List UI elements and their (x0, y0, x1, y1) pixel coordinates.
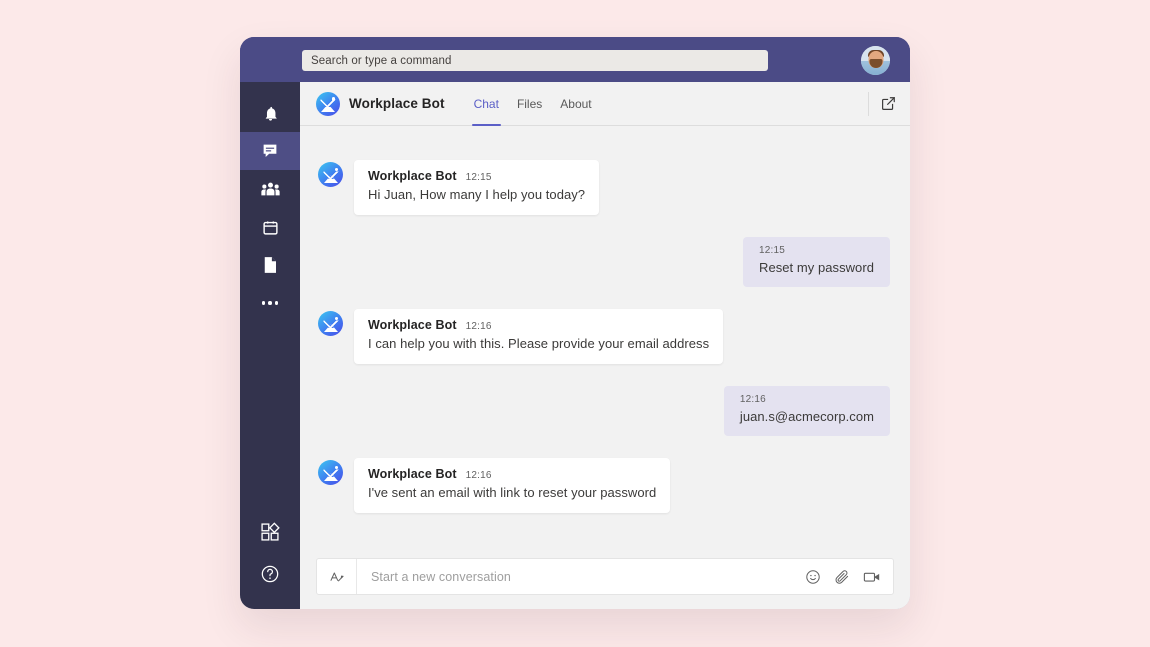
bot-avatar-dot (331, 97, 335, 101)
compose-input[interactable]: Start a new conversation (357, 570, 805, 584)
help-icon (260, 564, 280, 584)
popout-icon[interactable] (881, 96, 896, 111)
tab-about[interactable]: About (551, 82, 600, 125)
bot-avatar-dot (334, 316, 338, 321)
sidebar-item-teams[interactable] (240, 170, 300, 208)
chat-icon (261, 142, 279, 160)
bot-avatar (318, 162, 343, 187)
tab-bar: Chat Files About (465, 82, 601, 126)
avatar-photo (861, 46, 890, 75)
sidebar-item-help[interactable] (240, 553, 300, 595)
message-row-user: 12:16 juan.s@acmecorp.com (318, 385, 892, 437)
message-meta: Workplace Bot 12:16 (368, 467, 656, 481)
message-bubble: Workplace Bot 12:16 I've sent an email w… (354, 458, 671, 513)
search-placeholder: Search or type a command (311, 54, 452, 67)
sidebar-item-more[interactable] (240, 284, 300, 322)
compose-actions (805, 569, 881, 585)
bot-avatar (316, 91, 340, 116)
app-body: Workplace Bot Chat Files About Workplace… (240, 82, 910, 609)
sidebar-item-calendar[interactable] (240, 208, 300, 246)
message-bubble: 12:16 juan.s@acmecorp.com (723, 385, 890, 437)
message-time: 12:16 (465, 321, 492, 333)
bot-avatar-notch (327, 472, 334, 477)
header-divider (868, 91, 869, 116)
bot-avatar-notch (327, 323, 334, 328)
bot-avatar-peak (323, 175, 338, 183)
message-time: 12:16 (465, 470, 492, 482)
app-window: Search or type a command Workplace Bot C… (240, 37, 910, 609)
message-bubble: 12:15 Reset my password (743, 236, 890, 288)
message-sender: Workplace Bot (368, 467, 457, 482)
message-text: I can help you with this. Please provide… (368, 336, 710, 352)
rail-bottom (240, 511, 300, 609)
format-text-icon (329, 569, 345, 585)
search-input[interactable]: Search or type a command (302, 50, 768, 71)
apps-icon (260, 522, 280, 542)
message-sender: Workplace Bot (368, 169, 457, 183)
bot-avatar-dot (334, 465, 338, 470)
message-sender: Workplace Bot (368, 318, 457, 333)
message-meta: 12:16 (740, 394, 874, 405)
sidebar-item-files[interactable] (240, 246, 300, 284)
sidebar-item-chat[interactable] (240, 132, 300, 170)
bot-avatar-notch (327, 174, 334, 179)
bot-avatar (318, 460, 343, 486)
page-title: Workplace Bot (349, 96, 445, 111)
message-row-user: 12:15 Reset my password (318, 236, 892, 288)
sidebar-item-activity[interactable] (240, 94, 300, 132)
header-actions (868, 82, 896, 125)
message-text: juan.s@acmecorp.com (739, 408, 874, 424)
chat-message-list: Workplace Bot 12:15 Hi Juan, How many I … (300, 126, 910, 558)
bot-avatar-peak (323, 473, 338, 482)
emoji-icon[interactable] (805, 569, 821, 585)
content-column: Workplace Bot Chat Files About Workplace… (300, 82, 910, 609)
paperclip-icon[interactable] (834, 569, 850, 585)
message-meta: Workplace Bot 12:16 (368, 318, 709, 332)
sidebar-item-apps[interactable] (240, 511, 300, 553)
bot-avatar-peak (321, 103, 335, 112)
message-time: 12:15 (759, 244, 786, 256)
message-text: Hi Juan, How many I help you today? (368, 187, 586, 202)
bot-avatar (318, 311, 343, 337)
message-bubble: Workplace Bot 12:16 I can help you with … (354, 309, 724, 364)
compose-bar[interactable]: Start a new conversation (316, 558, 894, 595)
message-meta: Workplace Bot 12:15 (368, 169, 585, 183)
message-time: 12:16 (739, 393, 766, 405)
message-row-bot: Workplace Bot 12:16 I can help you with … (318, 309, 892, 364)
video-icon[interactable] (863, 569, 881, 585)
titlebar: Search or type a command (240, 37, 910, 82)
bot-avatar-notch (325, 103, 331, 107)
message-row-bot: Workplace Bot 12:15 Hi Juan, How many I … (318, 160, 892, 215)
format-text-button[interactable] (317, 559, 357, 594)
message-text: Reset my password (759, 259, 874, 275)
calendar-icon (262, 219, 279, 236)
more-icon (261, 301, 279, 305)
message-row-bot: Workplace Bot 12:16 I've sent an email w… (318, 458, 892, 513)
app-header: Workplace Bot Chat Files About (300, 82, 910, 126)
tab-chat[interactable]: Chat (465, 82, 508, 126)
bell-icon (262, 105, 279, 122)
avatar-beard (869, 59, 882, 69)
bot-avatar-dot (334, 167, 338, 171)
message-text: I've sent an email with link to reset yo… (368, 485, 657, 501)
tab-files[interactable]: Files (508, 82, 551, 125)
files-icon (262, 256, 278, 274)
bot-avatar-peak (323, 324, 338, 333)
sidebar-rail (240, 82, 300, 609)
compose-area: Start a new conversation (300, 558, 910, 609)
message-time: 12:15 (465, 172, 492, 183)
user-avatar[interactable] (861, 46, 890, 75)
message-meta: 12:15 (759, 245, 874, 256)
message-bubble: Workplace Bot 12:15 Hi Juan, How many I … (354, 160, 600, 215)
people-icon (260, 181, 280, 198)
